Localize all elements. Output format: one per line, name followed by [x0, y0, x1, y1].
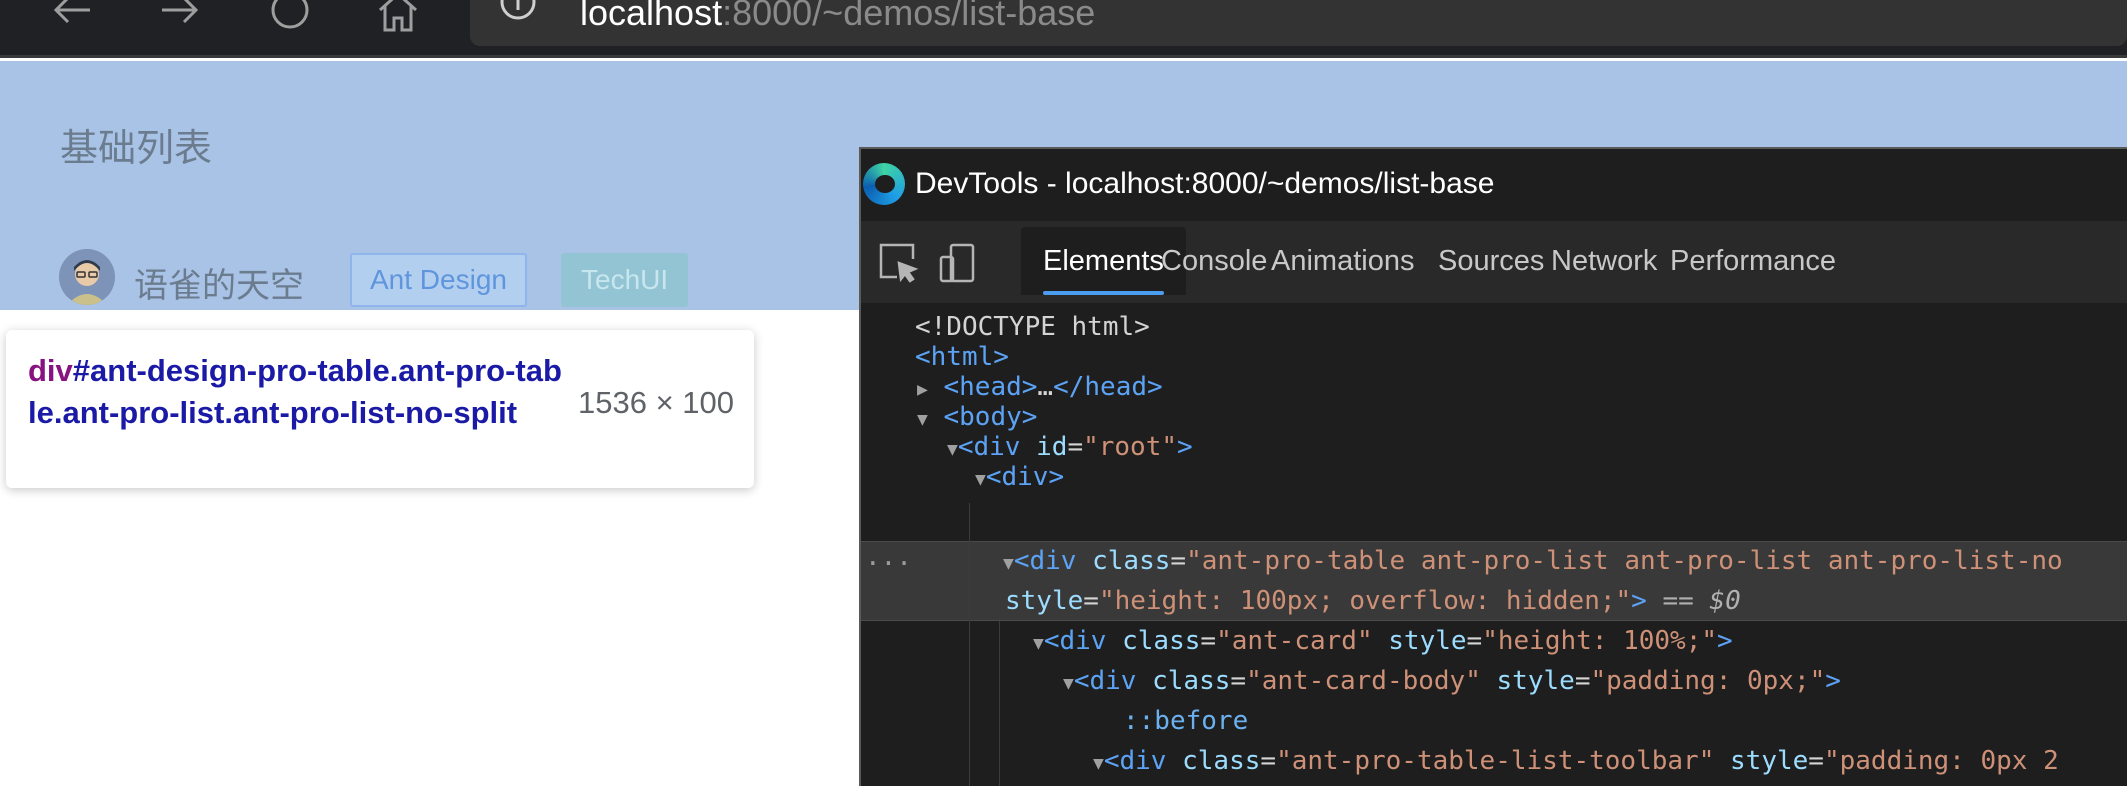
selected-marker: == $0	[1662, 586, 1741, 616]
collapse-triangle-icon[interactable]: ▼	[1033, 633, 1044, 654]
tag-ant-design[interactable]: Ant Design	[350, 253, 527, 307]
back-arrow-icon[interactable]	[50, 0, 94, 34]
collapse-triangle-icon[interactable]: ▼	[975, 469, 986, 490]
collapse-triangle-icon[interactable]: ▼	[1003, 553, 1014, 574]
tooltip-tagname: div	[28, 353, 73, 388]
toolbar-style-value: "padding: 0px 2	[1823, 746, 2059, 776]
elements-dom-tree: ··· <!DOCTYPE html> <html> ▶ <head>…</he…	[861, 303, 2127, 786]
collapse-triangle-icon[interactable]: ▼	[1063, 673, 1074, 694]
cardbody-class-value: "ant-card-body"	[1246, 666, 1481, 696]
inspect-tooltip: div#ant-design-pro-table.ant-pro-table.a…	[6, 330, 754, 488]
devtools-titlebar: DevTools - localhost:8000/~demos/list-ba…	[861, 149, 2127, 221]
forward-arrow-icon[interactable]	[158, 0, 202, 34]
page-title: 基础列表	[60, 126, 213, 170]
selected-class-value: "ant-pro-table ant-pro-list ant-pro-list…	[1186, 546, 2063, 576]
edge-logo-icon	[863, 163, 905, 205]
root-attr-value: "root"	[1083, 432, 1178, 462]
tab-performance[interactable]: Performance	[1648, 227, 1858, 295]
dom-pseudo-before[interactable]: ::before	[1123, 701, 1248, 741]
refresh-icon[interactable]	[268, 0, 312, 34]
indent-guide	[969, 503, 970, 786]
dom-list-toolbar[interactable]: ▼<div class="ant-pro-table-list-toolbar"…	[1093, 741, 2059, 781]
toolbar-class-value: "ant-pro-table-list-toolbar"	[1276, 746, 1715, 776]
devtools-title: DevTools - localhost:8000/~demos/list-ba…	[915, 167, 1495, 200]
collapse-triangle-icon[interactable]: ▼	[1093, 753, 1104, 774]
tooltip-arrow	[38, 316, 70, 331]
info-icon[interactable]	[500, 0, 536, 36]
head-ellipsis: …	[1037, 372, 1054, 402]
collapse-triangle-icon[interactable]: ▼	[917, 409, 928, 430]
dom-ant-card[interactable]: ▼<div class="ant-card" style="height: 10…	[1033, 621, 1733, 661]
selected-style-attr: style	[1005, 586, 1084, 616]
indent-guide	[999, 621, 1000, 786]
tooltip-selector-text: #ant-design-pro-table.ant-pro-table.ant-…	[28, 353, 562, 430]
card-class-value: "ant-card"	[1216, 626, 1373, 656]
address-bar[interactable]: localhost:8000/~demos/list-base	[470, 0, 2127, 46]
tooltip-size: 1536 × 100	[578, 385, 735, 420]
username[interactable]: 语雀的天空	[134, 258, 304, 307]
home-icon[interactable]	[376, 0, 420, 34]
address-text: localhost:8000/~demos/list-base	[580, 0, 1095, 34]
card-tagname: div	[1059, 626, 1107, 656]
selected-class-attr: class	[1092, 546, 1171, 576]
inspect-element-icon[interactable]	[877, 241, 921, 285]
head-close-tag: </head>	[1053, 372, 1163, 402]
collapse-triangle-icon[interactable]: ▼	[947, 439, 958, 460]
tab-animations[interactable]: Animations	[1249, 227, 1436, 295]
tooltip-selector: div#ant-design-pro-table.ant-pro-table.a…	[28, 350, 568, 434]
cardbody-tagname: div	[1089, 666, 1137, 696]
address-path: :8000/~demos/list-base	[722, 0, 1096, 33]
card-style-value: "height: 100%;"	[1482, 626, 1718, 656]
pseudo-before: ::before	[1123, 706, 1249, 736]
cardbody-style-value: "padding: 0px;"	[1590, 666, 1826, 696]
selected-style-value: "height: 100px; overflow: hidden;"	[1098, 586, 1632, 616]
dom-inner-div[interactable]: ▼<div>	[975, 457, 1064, 497]
address-host: localhost	[580, 0, 723, 33]
dom-selected-style[interactable]: style="height: 100px; overflow: hidden;"…	[1005, 581, 1741, 621]
tag-techui[interactable]: TechUI	[561, 253, 689, 307]
more-options-icon[interactable]: ···	[865, 549, 912, 579]
toolbar-tagname: div	[1119, 746, 1167, 776]
dom-selected-div[interactable]: ▼<div class="ant-pro-table ant-pro-list …	[1003, 541, 2063, 581]
selected-tagname: div	[1029, 546, 1077, 576]
devtools-tabbar: Elements Console Animations Sources Netw…	[861, 221, 2127, 303]
browser-toolbar: localhost:8000/~demos/list-base	[0, 0, 2127, 58]
dom-ant-card-body[interactable]: ▼<div class="ant-card-body" style="paddi…	[1063, 661, 1841, 701]
avatar[interactable]	[59, 249, 115, 305]
inner-div-tag: <div>	[985, 462, 1065, 492]
device-toolbar-icon[interactable]	[937, 241, 981, 285]
devtools-window: DevTools - localhost:8000/~demos/list-ba…	[859, 147, 2127, 786]
